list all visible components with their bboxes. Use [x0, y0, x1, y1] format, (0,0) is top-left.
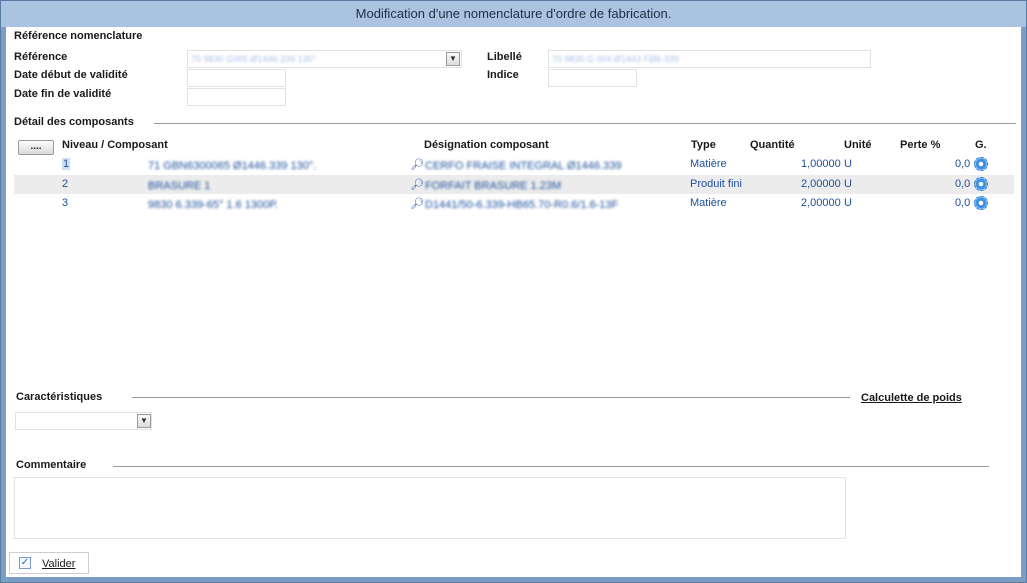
row-designation: D1441/50-6.339-HB65.70-R0.6/1.6-13F — [425, 199, 619, 211]
caracteristiques-select[interactable]: ▼ — [15, 412, 152, 430]
reference-label: Référence — [14, 51, 68, 63]
composants-separator — [154, 123, 1016, 124]
search-icon[interactable]: 🔎︎ — [410, 197, 424, 210]
date-fin-field[interactable] — [187, 88, 286, 106]
row-niveau[interactable]: 3 — [62, 197, 68, 209]
row-niveau[interactable]: 1 — [62, 158, 71, 170]
col-header-perte[interactable]: Perte % — [900, 139, 940, 151]
gear-icon[interactable] — [974, 196, 988, 210]
calculette-poids-link[interactable]: Calculette de poids — [861, 392, 962, 404]
row-type: Produit fini — [690, 178, 742, 190]
dialog-window: Modification d'une nomenclature d'ordre … — [0, 0, 1027, 583]
reference-value: 70 9830 G005 Ø1446.339 130° — [191, 54, 317, 64]
row-niveau[interactable]: 2 — [62, 178, 68, 190]
libelle-label: Libellé — [487, 51, 522, 63]
row-composant: 9830 6.339-65° 1.6 1300P. — [148, 199, 279, 211]
reference-combo[interactable]: 70 9830 G005 Ø1446.339 130° ▼ — [187, 50, 462, 68]
row-quantite: 2,00000 — [801, 178, 841, 190]
reference-dropdown-icon[interactable]: ▼ — [446, 52, 460, 66]
row-type: Matière — [690, 158, 727, 170]
row-g: 0,0 — [955, 178, 971, 190]
chevron-down-icon[interactable]: ▼ — [137, 414, 151, 428]
gear-icon[interactable] — [974, 157, 988, 171]
row-unite: U — [844, 178, 852, 190]
row-unite: U — [844, 158, 852, 170]
libelle-field[interactable]: 70 9830 G 004 Ø1443 FØ6.339 — [548, 50, 871, 68]
date-fin-label: Date fin de validité — [14, 88, 112, 100]
row-designation: CERFO FRAISE INTEGRAL Ø1446.339 — [425, 160, 622, 172]
window-title: Modification d'une nomenclature d'ordre … — [1, 1, 1026, 27]
row-composant: BRASURE 1 — [148, 180, 211, 192]
reference-section-title: Référence nomenclature — [14, 30, 143, 42]
date-debut-label: Date début de validité — [14, 69, 128, 81]
more-options-button[interactable]: .... — [18, 140, 54, 155]
col-header-quantite[interactable]: Quantité — [750, 139, 795, 151]
dialog-client-area: Référence nomenclature Référence 70 9830… — [6, 27, 1021, 577]
row-unite: U — [844, 197, 852, 209]
row-quantite: 2,00000 — [801, 197, 841, 209]
row-g: 0,0 — [955, 197, 971, 209]
caracteristiques-title: Caractéristiques — [16, 391, 103, 403]
row-quantite: 1,00000 — [801, 158, 841, 170]
commentaire-title: Commentaire — [16, 459, 87, 471]
date-debut-field[interactable] — [187, 69, 286, 87]
commentaire-textarea[interactable] — [14, 477, 846, 539]
valider-button[interactable]: ✓ Valider — [9, 552, 89, 574]
valider-label: Valider — [42, 558, 76, 570]
col-header-g[interactable]: G. — [975, 139, 987, 151]
search-icon[interactable]: 🔎︎ — [410, 158, 424, 171]
commentaire-separator — [113, 466, 989, 467]
search-icon[interactable]: 🔎︎ — [410, 178, 424, 191]
col-header-designation[interactable]: Désignation composant — [424, 139, 549, 151]
row-g: 0,0 — [955, 158, 971, 170]
checkmark-icon: ✓ — [19, 557, 31, 569]
caracteristiques-separator — [132, 397, 850, 398]
col-header-niveau[interactable]: Niveau / Composant — [62, 139, 168, 151]
indice-field[interactable] — [548, 69, 637, 87]
table-row[interactable]: 1 71 GBN6300065 Ø1446.339 130°. 🔎︎ CERFO… — [14, 155, 1014, 174]
dialog-footer: ✓ Valider — [6, 550, 1021, 577]
gear-icon[interactable] — [974, 177, 988, 191]
table-row[interactable]: 2 BRASURE 1 🔎︎ FORFAIT BRASURE 1.23M Pro… — [14, 175, 1014, 194]
col-header-type[interactable]: Type — [691, 139, 716, 151]
composants-section-title: Détail des composants — [14, 116, 134, 128]
row-type: Matière — [690, 197, 727, 209]
row-composant: 71 GBN6300065 Ø1446.339 130°. — [148, 160, 317, 172]
row-designation: FORFAIT BRASURE 1.23M — [425, 180, 562, 192]
table-row[interactable]: 3 9830 6.339-65° 1.6 1300P. 🔎︎ D1441/50-… — [14, 194, 1014, 213]
libelle-value: 70 9830 G 004 Ø1443 FØ6.339 — [552, 54, 679, 64]
indice-label: Indice — [487, 69, 519, 81]
col-header-unite[interactable]: Unité — [844, 139, 872, 151]
